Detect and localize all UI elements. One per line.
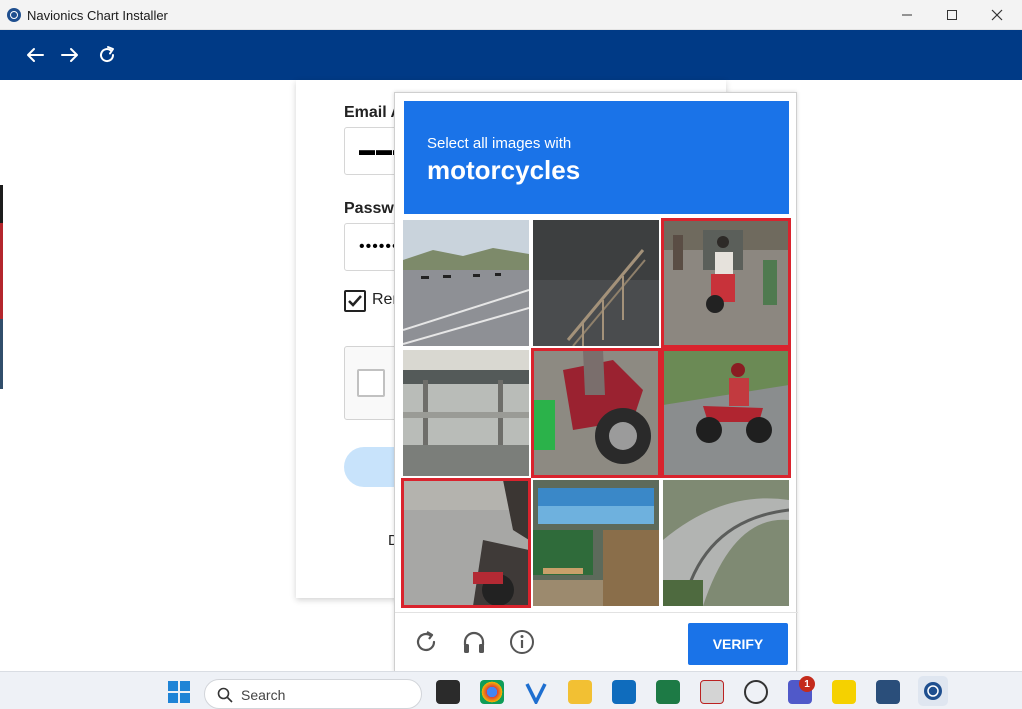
remember-me-checkbox[interactable] <box>344 290 366 312</box>
motorcycle-rider-image <box>663 350 789 476</box>
curved-road-image <box>663 480 789 606</box>
red-motorcycle-closeup-image <box>533 350 659 476</box>
vivaldi-icon[interactable] <box>524 680 548 706</box>
reload-button[interactable] <box>92 40 122 70</box>
window-title: Navionics Chart Installer <box>27 8 168 23</box>
minimize-button[interactable] <box>884 0 930 30</box>
browser-app-icon[interactable] <box>744 680 768 704</box>
refresh-icon <box>100 46 115 63</box>
excel-icon[interactable] <box>656 680 680 704</box>
back-button[interactable] <box>20 40 50 70</box>
page-accent-dark <box>0 185 3 223</box>
captcha-reload-button[interactable] <box>411 627 441 657</box>
task-view-icon[interactable] <box>436 680 460 704</box>
captcha-challenge-popup: Select all images with motorcycles VERIF… <box>394 92 798 672</box>
highway-image <box>403 220 529 346</box>
navionics-logo-icon <box>7 8 21 22</box>
tile-street-motorcycles[interactable] <box>661 218 791 348</box>
taskbar-search[interactable]: Search <box>204 679 422 709</box>
recaptcha-checkbox[interactable] <box>357 369 385 397</box>
stair-railing-image <box>533 220 659 346</box>
mysql-workbench-icon[interactable] <box>876 680 900 704</box>
xming-icon[interactable] <box>700 680 724 704</box>
file-explorer-icon[interactable] <box>568 680 592 704</box>
forward-button[interactable] <box>55 40 85 70</box>
arrow-left-icon <box>27 48 44 62</box>
navionics-taskbar-icon[interactable] <box>918 676 948 706</box>
chrome-icon[interactable] <box>480 680 504 704</box>
maximize-icon <box>947 10 957 20</box>
browser-nav-bar <box>0 30 1022 80</box>
captcha-audio-button[interactable] <box>459 627 489 657</box>
tile-stair-railing[interactable] <box>533 220 659 346</box>
info-icon <box>510 630 534 654</box>
page-accent-slate <box>0 319 3 389</box>
shop-storefront-image <box>533 480 659 606</box>
windows-logo-icon <box>168 681 190 703</box>
captcha-target: motorcycles <box>427 155 581 185</box>
close-window-button[interactable] <box>974 0 1020 30</box>
captcha-instruction: Select all images with <box>427 135 572 152</box>
taskbar: Search 1 <box>0 671 1022 709</box>
tile-bus-stop[interactable] <box>403 350 529 476</box>
captcha-info-button[interactable] <box>507 627 537 657</box>
captcha-footer: VERIFY <box>395 612 798 672</box>
tile-red-motorcycle-closeup[interactable] <box>531 348 661 478</box>
reload-icon <box>416 631 436 652</box>
title-bar: Navionics Chart Installer <box>0 0 1022 30</box>
verify-button[interactable]: VERIFY <box>688 623 788 665</box>
arrow-right-icon <box>61 48 78 62</box>
captcha-header: Select all images with motorcycles <box>404 101 789 214</box>
street-motorcycles-image <box>663 220 789 346</box>
start-button[interactable] <box>167 680 191 704</box>
teams-notification-badge: 1 <box>799 676 815 692</box>
tile-shop-storefront[interactable] <box>533 480 659 606</box>
search-icon <box>217 687 233 703</box>
headphones-icon <box>463 631 485 653</box>
close-icon <box>991 9 1003 21</box>
page-accent-red <box>0 223 3 319</box>
outlook-icon[interactable] <box>612 680 636 704</box>
motorcycle-blurred-image <box>403 480 529 606</box>
minimize-icon <box>902 14 912 16</box>
tile-highway[interactable] <box>403 220 529 346</box>
bus-stop-image <box>403 350 529 476</box>
sticky-notes-icon[interactable] <box>832 680 856 704</box>
search-label: Search <box>241 687 286 703</box>
checkmark-icon <box>348 295 362 307</box>
maximize-button[interactable] <box>929 0 975 30</box>
tile-motorcycle-rider[interactable] <box>661 348 791 478</box>
tile-curved-road[interactable] <box>663 480 789 606</box>
tile-motorcycle-blurred[interactable] <box>401 478 531 608</box>
captcha-image-grid <box>401 218 791 608</box>
